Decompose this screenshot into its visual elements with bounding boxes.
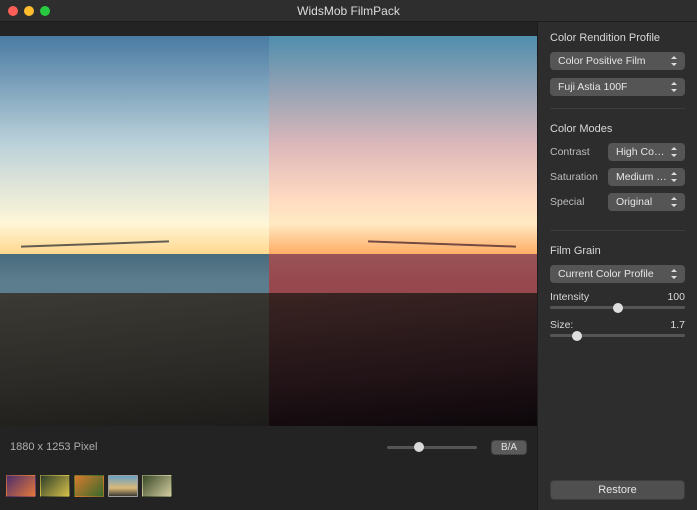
contrast-select[interactable]: High Contrast: [608, 143, 685, 161]
film-stock-value: Fuji Astia 100F: [558, 81, 627, 93]
app-title: WidsMob FilmPack: [0, 4, 697, 18]
sidebar: Color Rendition Profile Color Positive F…: [537, 22, 697, 510]
special-value: Original: [616, 196, 652, 208]
intensity-label: Intensity: [550, 291, 589, 303]
preview-before[interactable]: [0, 36, 269, 426]
image-dimensions: 1880 x 1253 Pixel: [10, 441, 97, 453]
chevron-up-down-icon: [667, 265, 681, 283]
minimize-button[interactable]: [24, 6, 34, 16]
intensity-slider-handle[interactable]: [613, 303, 623, 313]
thumbnail-4[interactable]: [108, 475, 138, 497]
zoom-slider-handle[interactable]: [414, 442, 424, 452]
saturation-select[interactable]: Medium Hig...: [608, 168, 685, 186]
close-button[interactable]: [8, 6, 18, 16]
thumbnail-5[interactable]: [142, 475, 172, 497]
chevron-up-down-icon: [667, 52, 681, 70]
intensity-value: 100: [667, 291, 685, 303]
maximize-button[interactable]: [40, 6, 50, 16]
thumbnail-1[interactable]: [6, 475, 36, 497]
before-after-toggle[interactable]: B/A: [491, 440, 527, 455]
section-color-modes: Color Modes Contrast High Contrast Satur…: [550, 123, 685, 231]
grain-profile-value: Current Color Profile: [558, 268, 654, 280]
workarea: 1880 x 1253 Pixel B/A Color Rendition Pr…: [0, 22, 697, 510]
size-slider[interactable]: [550, 334, 685, 337]
chevron-up-down-icon: [667, 78, 681, 96]
chevron-up-down-icon: [667, 168, 681, 186]
thumbnail-2[interactable]: [40, 475, 70, 497]
film-type-select[interactable]: Color Positive Film: [550, 52, 685, 70]
size-value: 1.7: [670, 319, 685, 331]
chevron-up-down-icon: [667, 193, 681, 211]
film-type-value: Color Positive Film: [558, 55, 646, 67]
left-column: 1880 x 1253 Pixel B/A: [0, 22, 537, 510]
section-title: Film Grain: [550, 245, 685, 257]
special-select[interactable]: Original: [608, 193, 685, 211]
size-slider-handle[interactable]: [572, 331, 582, 341]
special-label: Special: [550, 196, 602, 208]
section-title: Color Rendition Profile: [550, 32, 685, 44]
titlebar: WidsMob FilmPack: [0, 0, 697, 22]
intensity-slider[interactable]: [550, 306, 685, 309]
contrast-label: Contrast: [550, 146, 602, 158]
restore-button[interactable]: Restore: [550, 480, 685, 500]
section-color-rendition: Color Rendition Profile Color Positive F…: [550, 32, 685, 109]
window-controls: [8, 6, 50, 16]
thumbnail-row: [0, 468, 537, 510]
preview-bottombar: 1880 x 1253 Pixel B/A: [0, 426, 537, 468]
section-film-grain: Film Grain Current Color Profile Intensi…: [550, 245, 685, 360]
grain-profile-select[interactable]: Current Color Profile: [550, 265, 685, 283]
section-title: Color Modes: [550, 123, 685, 135]
saturation-label: Saturation: [550, 171, 602, 183]
chevron-up-down-icon: [667, 143, 681, 161]
preview-area: [0, 36, 537, 426]
size-label: Size:: [550, 319, 573, 331]
zoom-slider[interactable]: [387, 446, 477, 449]
preview-after[interactable]: [269, 36, 538, 426]
thumbnail-3[interactable]: [74, 475, 104, 497]
film-stock-select[interactable]: Fuji Astia 100F: [550, 78, 685, 96]
